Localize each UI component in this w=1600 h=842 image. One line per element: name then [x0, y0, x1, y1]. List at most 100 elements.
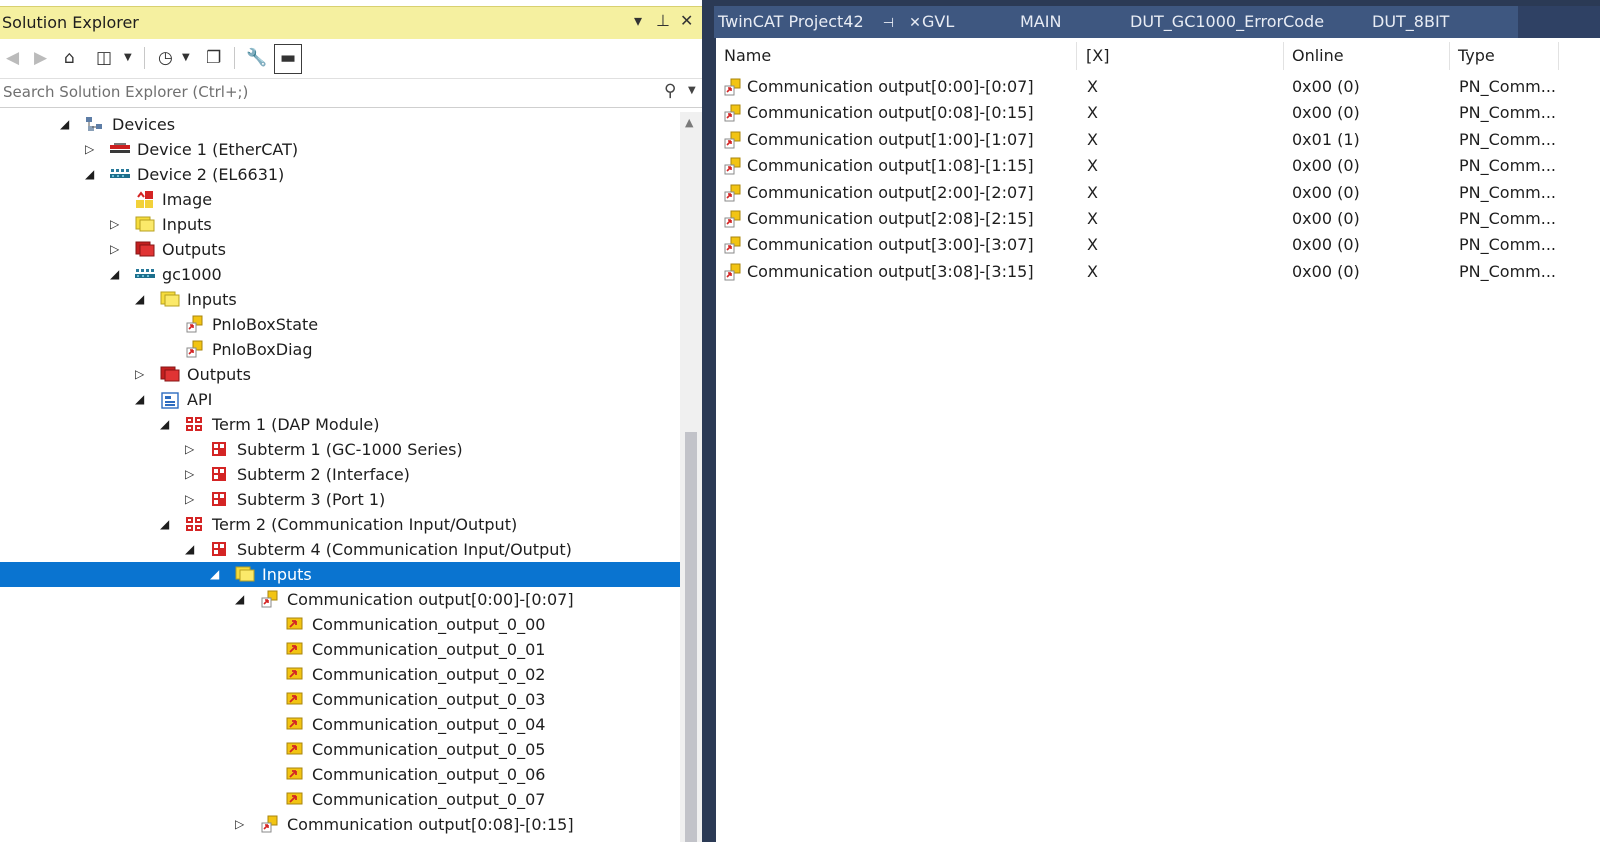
collapse-arrow-icon[interactable]: ◢	[60, 116, 74, 132]
tree-item[interactable]: ◢ Communication output[0:00]-[0:07]	[0, 587, 680, 612]
expand-arrow-icon[interactable]: ▷	[85, 141, 99, 157]
tree-item-label: Communication_output_0_00	[312, 615, 546, 634]
cell-x: X	[1087, 103, 1098, 123]
column-header-type[interactable]: Type	[1458, 46, 1495, 65]
tree-item[interactable]: Communication_output_0_07	[0, 787, 680, 812]
search-options-dropdown-icon[interactable]: ▼	[688, 85, 696, 96]
tree-item[interactable]: ◢ Term 1 (DAP Module)	[0, 412, 680, 437]
term-icon	[184, 515, 204, 533]
tab-dut-gc1000-errorcode[interactable]: DUT_GC1000_ErrorCode	[1130, 6, 1324, 38]
tree-item[interactable]: ◢ API	[0, 387, 680, 412]
collapse-arrow-icon[interactable]: ◢	[85, 166, 99, 182]
tree-item[interactable]: Communication_output_0_01	[0, 637, 680, 662]
tree-item[interactable]: ▷ Device 1 (EtherCAT)	[0, 137, 680, 162]
document-tab-strip: TwinCAT Project42 ⊣ ✕ GVL MAIN DUT_GC100…	[714, 6, 1600, 38]
tree-item[interactable]: Communication_output_0_02	[0, 662, 680, 687]
tree-item[interactable]: ◢ gc1000	[0, 262, 680, 287]
collapse-arrow-icon[interactable]: ◢	[135, 291, 149, 307]
expand-arrow-icon[interactable]: ▷	[135, 366, 149, 382]
grid-row[interactable]: Communication output[3:00]-[3:07] X 0x00 (…	[716, 232, 1600, 258]
tree-item-label: Communication output[0:08]-[0:15]	[287, 815, 574, 834]
expand-arrow-icon[interactable]: ▷	[185, 491, 199, 507]
cell-name: Communication output[1:08]-[1:15]	[747, 156, 1034, 176]
tree-item[interactable]: PnIoBoxDiag	[0, 337, 680, 362]
expand-arrow-icon[interactable]: ▷	[185, 466, 199, 482]
tab-gvl[interactable]: GVL	[922, 6, 954, 38]
search-icon[interactable]: ⚲	[664, 81, 676, 101]
expand-arrow-icon[interactable]: ▷	[110, 241, 124, 257]
forward-icon[interactable]: ▶	[34, 47, 47, 69]
expand-arrow-icon[interactable]: ▷	[235, 816, 249, 832]
inputs-folder-icon	[134, 215, 155, 233]
scroll-up-arrow-icon[interactable]: ▲	[685, 116, 693, 129]
tree-item[interactable]: ◢ Devices	[0, 112, 680, 137]
tree-item[interactable]: ◢ Inputs	[0, 287, 680, 312]
back-icon[interactable]: ◀	[6, 47, 19, 69]
tab-close-icon[interactable]: ✕	[909, 15, 921, 31]
tree-item[interactable]: Communication_output_0_04	[0, 712, 680, 737]
pending-changes-filter-icon[interactable]: ◷	[158, 47, 173, 69]
home-icon[interactable]: ⌂	[64, 47, 75, 69]
tree-item[interactable]: ▷ Outputs	[0, 237, 680, 262]
tab-main[interactable]: MAIN	[1020, 6, 1061, 38]
tree-vertical-scrollbar[interactable]: ▲	[680, 112, 702, 842]
collapse-arrow-icon[interactable]: ◢	[110, 266, 124, 282]
tree-item[interactable]: Image	[0, 187, 680, 212]
scrollbar-thumb[interactable]	[685, 432, 697, 842]
close-panel-icon[interactable]: ✕	[680, 11, 693, 30]
cell-type: PN_Comm...	[1459, 156, 1557, 176]
grid-row[interactable]: Communication output[2:08]-[2:15] X 0x00 (…	[716, 206, 1600, 232]
tab-pin-icon[interactable]: ⊣	[883, 16, 894, 31]
tree-item[interactable]: ◢ Term 2 (Communication Input/Output)	[0, 512, 680, 537]
column-header-name[interactable]: Name	[724, 46, 771, 65]
tree-item[interactable]: ◢ Subterm 4 (Communication Input/Output)	[0, 537, 680, 562]
grid-row[interactable]: Communication output[2:00]-[2:07] X 0x00 (…	[716, 180, 1600, 206]
window-position-dropdown-icon[interactable]: ▾	[634, 11, 642, 30]
properties-wrench-icon[interactable]: 🔧	[246, 47, 267, 69]
tree-item[interactable]: ◢ Inputs	[0, 562, 680, 587]
switch-views-dropdown-icon[interactable]: ▼	[124, 47, 132, 69]
grid-row[interactable]: Communication output[0:00]-[0:07] X 0x00 (…	[716, 74, 1600, 100]
search-input[interactable]	[0, 79, 643, 105]
tab-dut-8bit[interactable]: DUT_8BIT	[1372, 6, 1449, 38]
pending-changes-dropdown-icon[interactable]: ▼	[182, 47, 190, 69]
switch-views-icon[interactable]: ◫	[96, 47, 112, 69]
grid-row[interactable]: Communication output[1:00]-[1:07] X 0x01 (…	[716, 127, 1600, 153]
collapse-arrow-icon[interactable]: ◢	[135, 391, 149, 407]
grid-row[interactable]: Communication output[1:08]-[1:15] X 0x00 (…	[716, 153, 1600, 179]
tree-item[interactable]: ◢ Device 2 (EL6631)	[0, 162, 680, 187]
cell-type: PN_Comm...	[1459, 129, 1557, 149]
tree-item[interactable]: Communication_output_0_03	[0, 687, 680, 712]
expand-arrow-icon[interactable]: ▷	[110, 216, 124, 232]
collapse-arrow-icon[interactable]: ◢	[160, 516, 174, 532]
collapse-arrow-icon[interactable]: ◢	[160, 416, 174, 432]
tree-item[interactable]: ▷ Inputs	[0, 212, 680, 237]
tree-item[interactable]: ▷ Communication output[0:08]-[0:15]	[0, 812, 680, 837]
tree-item[interactable]: ▷ Subterm 1 (GC-1000 Series)	[0, 437, 680, 462]
tree-item[interactable]: ▷ Subterm 3 (Port 1)	[0, 487, 680, 512]
collapse-arrow-icon[interactable]: ◢	[235, 591, 249, 607]
tree-item[interactable]: Communication_output_0_00	[0, 612, 680, 637]
variable-icon	[722, 78, 742, 96]
tab-twincat-project42[interactable]: TwinCAT Project42 ⊣ ✕	[714, 6, 929, 38]
auto-hide-pin-icon[interactable]: ⊥	[656, 11, 670, 30]
tree-item[interactable]: Communication_output_0_05	[0, 737, 680, 762]
image-icon	[134, 190, 154, 208]
tree-item[interactable]: PnIoBoxState	[0, 312, 680, 337]
column-header-x[interactable]: [X]	[1086, 46, 1109, 65]
collapse-all-icon[interactable]: ❐	[206, 47, 221, 69]
tree-item[interactable]: ▷ Outputs	[0, 362, 680, 387]
cell-online: 0x00 (0)	[1292, 235, 1360, 255]
devices-icon	[84, 115, 104, 133]
collapse-arrow-icon[interactable]: ◢	[185, 541, 199, 557]
preview-selected-items-icon[interactable]: ▬	[274, 44, 302, 74]
tree-item-label: API	[187, 390, 213, 409]
tree-item[interactable]: ▷ Subterm 2 (Interface)	[0, 462, 680, 487]
column-header-online[interactable]: Online	[1292, 46, 1344, 65]
collapse-arrow-icon[interactable]: ◢	[210, 566, 224, 582]
grid-row[interactable]: Communication output[0:08]-[0:15] X 0x00 (…	[716, 100, 1600, 126]
grid-row[interactable]: Communication output[3:08]-[3:15] X 0x00 (…	[716, 259, 1600, 285]
tree-item[interactable]: Communication_output_0_06	[0, 762, 680, 787]
tree-item-label: Device 2 (EL6631)	[137, 165, 285, 184]
expand-arrow-icon[interactable]: ▷	[185, 441, 199, 457]
